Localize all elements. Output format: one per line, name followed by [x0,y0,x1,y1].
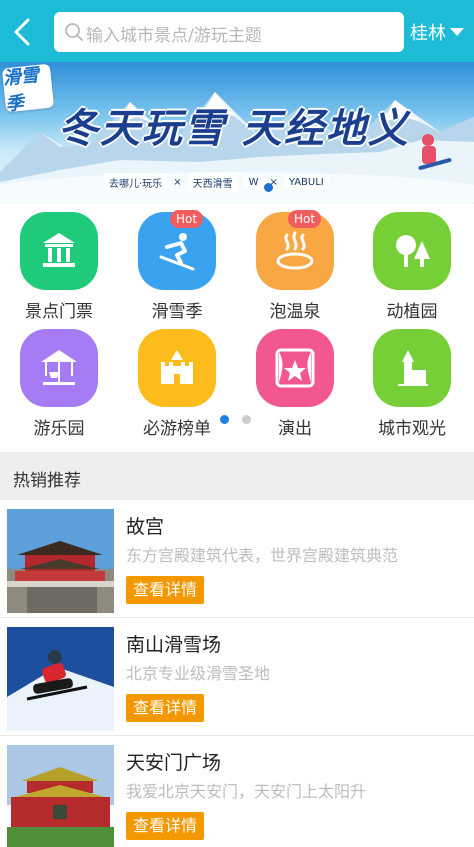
banner-title: 冬天玩雪 天经地义 [58,106,410,152]
category-scenic-tickets[interactable]: 景点门票 [9,204,109,324]
item-title: 故宫 [126,516,165,538]
chevron-left-icon [14,18,30,46]
item-title: 南山滑雪场 [126,634,222,656]
category-label: 景点门票 [25,302,93,322]
category-label: 滑雪季 [151,302,203,322]
hot-badge: Hot [170,210,204,228]
category-label: 演出 [278,419,312,439]
category-must-visit-list[interactable]: 必游榜单 [127,321,227,441]
page-indicator [242,415,251,424]
category-shows[interactable]: 演出 [245,321,345,441]
search-input[interactable]: 输入城市景点/游玩主题 [54,12,404,52]
search-icon [65,23,83,41]
search-placeholder: 输入城市景点/游玩主题 [86,26,262,46]
banner-logo: 滑雪季 [1,63,55,115]
promo-banner[interactable]: 滑雪季 冬天玩雪 天经地义 去哪儿·玩乐 × 天西滑雪 W × YABULI [0,62,474,204]
category-label: 泡温泉 [269,302,321,322]
list-item[interactable]: 天安门广场 我爱北京天安门，天安门上太阳升 查看详情 [0,736,474,847]
partner-logo: W [243,175,264,190]
category-zoo-botanical[interactable]: 动植园 [362,204,462,324]
page-indicator-active [220,415,229,424]
item-title: 天安门广场 [126,752,222,774]
hot-badge: Hot [288,210,322,228]
item-description: 东方宫殿建筑代表，世界宫殿建筑典范 [126,546,399,565]
section-title: 热销推荐 [13,471,81,491]
category-ski-season[interactable]: Hot 滑雪季 [127,204,227,324]
partner-logos: 去哪儿·玩乐 × 天西滑雪 W × YABULI [104,173,329,192]
banner-indicator [264,183,273,192]
ski-resort-thumbnail [7,627,114,731]
category-label: 游乐园 [33,419,85,439]
category-city-sightseeing[interactable]: 城市观光 [362,321,462,441]
view-details-button[interactable]: 查看详情 [126,812,205,840]
item-description: 北京专业级滑雪圣地 [126,664,271,683]
list-item[interactable]: 南山滑雪场 北京专业级滑雪圣地 查看详情 [0,618,474,736]
category-label: 必游榜单 [143,419,211,439]
top-bar: 输入城市景点/游玩主题 桂林 [0,0,474,62]
category-hot-spring[interactable]: Hot 泡温泉 [245,204,345,324]
category-label: 城市观光 [378,419,446,439]
tower-icon [373,329,451,407]
back-button[interactable] [8,14,40,50]
partner-logo: YABULI [283,175,329,190]
castle-icon [138,329,216,407]
recommendation-list: 故宫 东方宫殿建筑代表，世界宫殿建筑典范 查看详情 南山滑雪场 北京专业级滑雪圣… [0,500,474,847]
city-label: 桂林 [410,23,446,44]
pavilion-icon [20,212,98,290]
tree-icon [373,212,451,290]
forbidden-city-thumbnail [7,509,114,613]
category-label: 动植园 [386,302,438,322]
view-details-button[interactable]: 查看详情 [126,694,205,722]
partner-logo: 天西滑雪 [187,173,238,192]
carousel-icon [20,329,98,407]
tiananmen-thumbnail [7,745,114,847]
category-grid: 景点门票 Hot 滑雪季 Hot 泡温泉 动植园 游乐园 必游榜单 演出 城市观… [0,204,474,450]
city-selector[interactable]: 桂林 [410,19,464,45]
category-amusement-park[interactable]: 游乐园 [9,321,109,441]
list-item[interactable]: 故宫 东方宫殿建筑代表，世界宫殿建筑典范 查看详情 [0,500,474,618]
view-details-button[interactable]: 查看详情 [126,576,205,604]
caret-down-icon [450,28,464,36]
item-description: 我爱北京天安门，天安门上太阳升 [126,782,367,801]
partner-logo: 去哪儿·玩乐 [104,173,168,192]
stage-icon [256,329,334,407]
section-header: 热销推荐 [0,452,474,500]
